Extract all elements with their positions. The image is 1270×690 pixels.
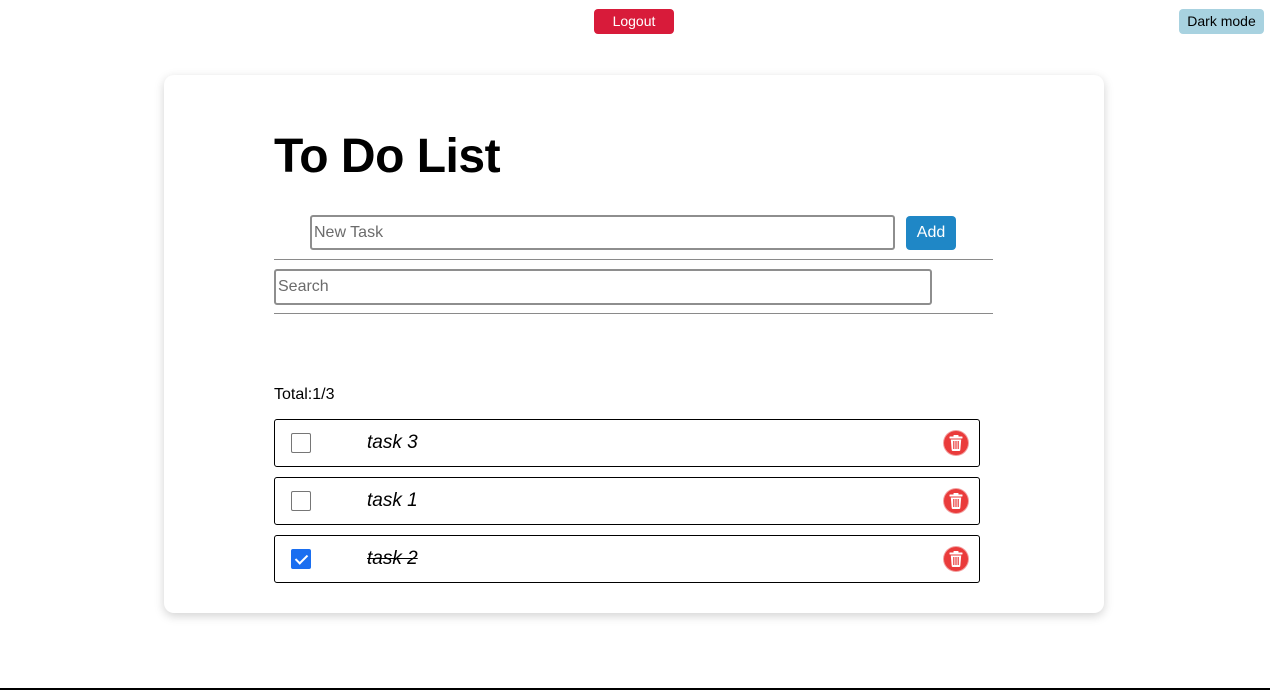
task-text: task 2 [367,548,418,569]
task-item: task 1 [274,477,980,525]
divider [274,313,993,314]
trash-icon [949,435,963,451]
delete-task-button[interactable] [944,547,968,571]
task-item: task 3 [274,419,980,467]
task-item: task 2 [274,535,980,583]
trash-icon [949,493,963,509]
dark-mode-button[interactable]: Dark mode [1179,9,1264,34]
delete-task-button[interactable] [944,431,968,455]
task-text: task 1 [367,490,418,511]
trash-icon [949,551,963,567]
todo-card: To Do List Add Total:1/3 task 3 task [164,75,1104,613]
task-text: task 3 [367,432,418,453]
delete-task-button[interactable] [944,489,968,513]
task-checkbox[interactable] [291,549,311,569]
new-task-input[interactable] [310,215,895,250]
total-count: Total:1/3 [274,386,335,403]
task-checkbox[interactable] [291,433,311,453]
search-input[interactable] [274,269,932,305]
add-task-button[interactable]: Add [906,216,956,250]
task-checkbox[interactable] [291,491,311,511]
page-title: To Do List [274,130,501,183]
divider [274,259,993,260]
task-list: task 3 task 1 task 2 [274,419,980,593]
logout-button[interactable]: Logout [594,9,674,34]
